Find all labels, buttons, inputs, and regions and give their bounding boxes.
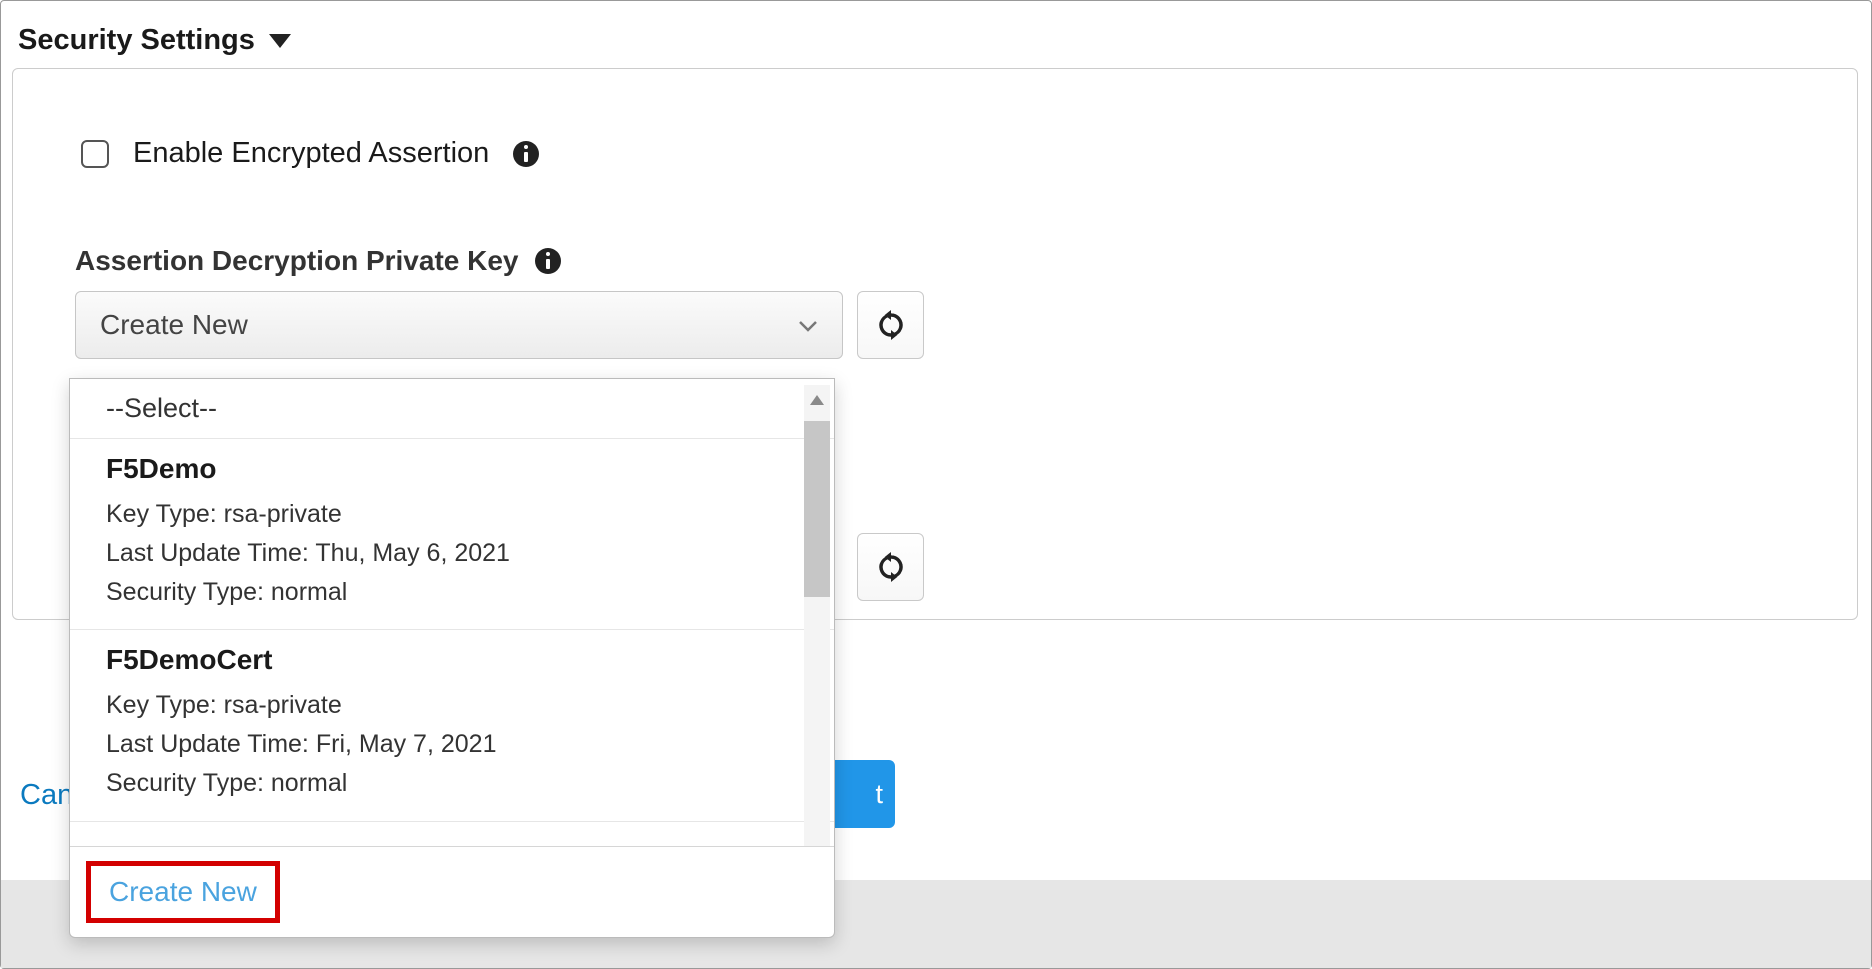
scroll-down-icon[interactable]: [804, 845, 830, 846]
refresh-icon: [876, 552, 906, 582]
dropdown-item-title: F5Demo: [106, 453, 798, 485]
refresh-button[interactable]: [857, 291, 924, 359]
scroll-up-icon[interactable]: [804, 387, 830, 413]
next-button-fragment: t: [875, 779, 883, 810]
dropdown-option-truncated[interactable]: [70, 822, 834, 846]
caret-down-icon: [269, 34, 291, 48]
dropdown-item-meta: Key Type: rsa-private Last Update Time: …: [106, 495, 798, 611]
select-value: Create New: [100, 309, 248, 341]
enable-encrypted-assertion-checkbox[interactable]: [81, 140, 109, 168]
create-new-button[interactable]: Create New: [86, 861, 280, 923]
enable-encrypted-assertion-row: Enable Encrypted Assertion: [81, 137, 539, 170]
dropdown-action-row: Create New: [70, 846, 834, 937]
select-row: Create New: [75, 291, 924, 359]
assertion-key-dropdown: --Select-- F5Demo Key Type: rsa-private …: [69, 378, 835, 938]
dropdown-option-select-placeholder[interactable]: --Select--: [70, 379, 834, 439]
scrollbar-thumb[interactable]: [804, 421, 830, 597]
dropdown-item-title: F5DemoCert: [106, 644, 798, 676]
info-icon[interactable]: [513, 141, 539, 167]
section-title: Security Settings: [18, 24, 255, 57]
refresh-icon: [876, 310, 906, 340]
assertion-decryption-key-field: Assertion Decryption Private Key Create …: [75, 245, 924, 359]
dropdown-option-f5democert[interactable]: F5DemoCert Key Type: rsa-private Last Up…: [70, 630, 834, 821]
field-label-row: Assertion Decryption Private Key: [75, 245, 924, 277]
chevron-down-icon: [798, 319, 818, 331]
refresh-button[interactable]: [857, 533, 924, 601]
enable-encrypted-assertion-label: Enable Encrypted Assertion: [133, 137, 489, 170]
info-icon[interactable]: [535, 248, 561, 274]
dropdown-item-meta: Key Type: rsa-private Last Update Time: …: [106, 686, 798, 802]
dropdown-option-f5demo[interactable]: F5Demo Key Type: rsa-private Last Update…: [70, 439, 834, 630]
assertion-decryption-key-label: Assertion Decryption Private Key: [75, 245, 519, 277]
section-header[interactable]: Security Settings: [18, 24, 291, 57]
assertion-decryption-key-select[interactable]: Create New: [75, 291, 843, 359]
cancel-button[interactable]: Can: [20, 779, 73, 812]
dropdown-scroll: --Select-- F5Demo Key Type: rsa-private …: [70, 379, 834, 846]
